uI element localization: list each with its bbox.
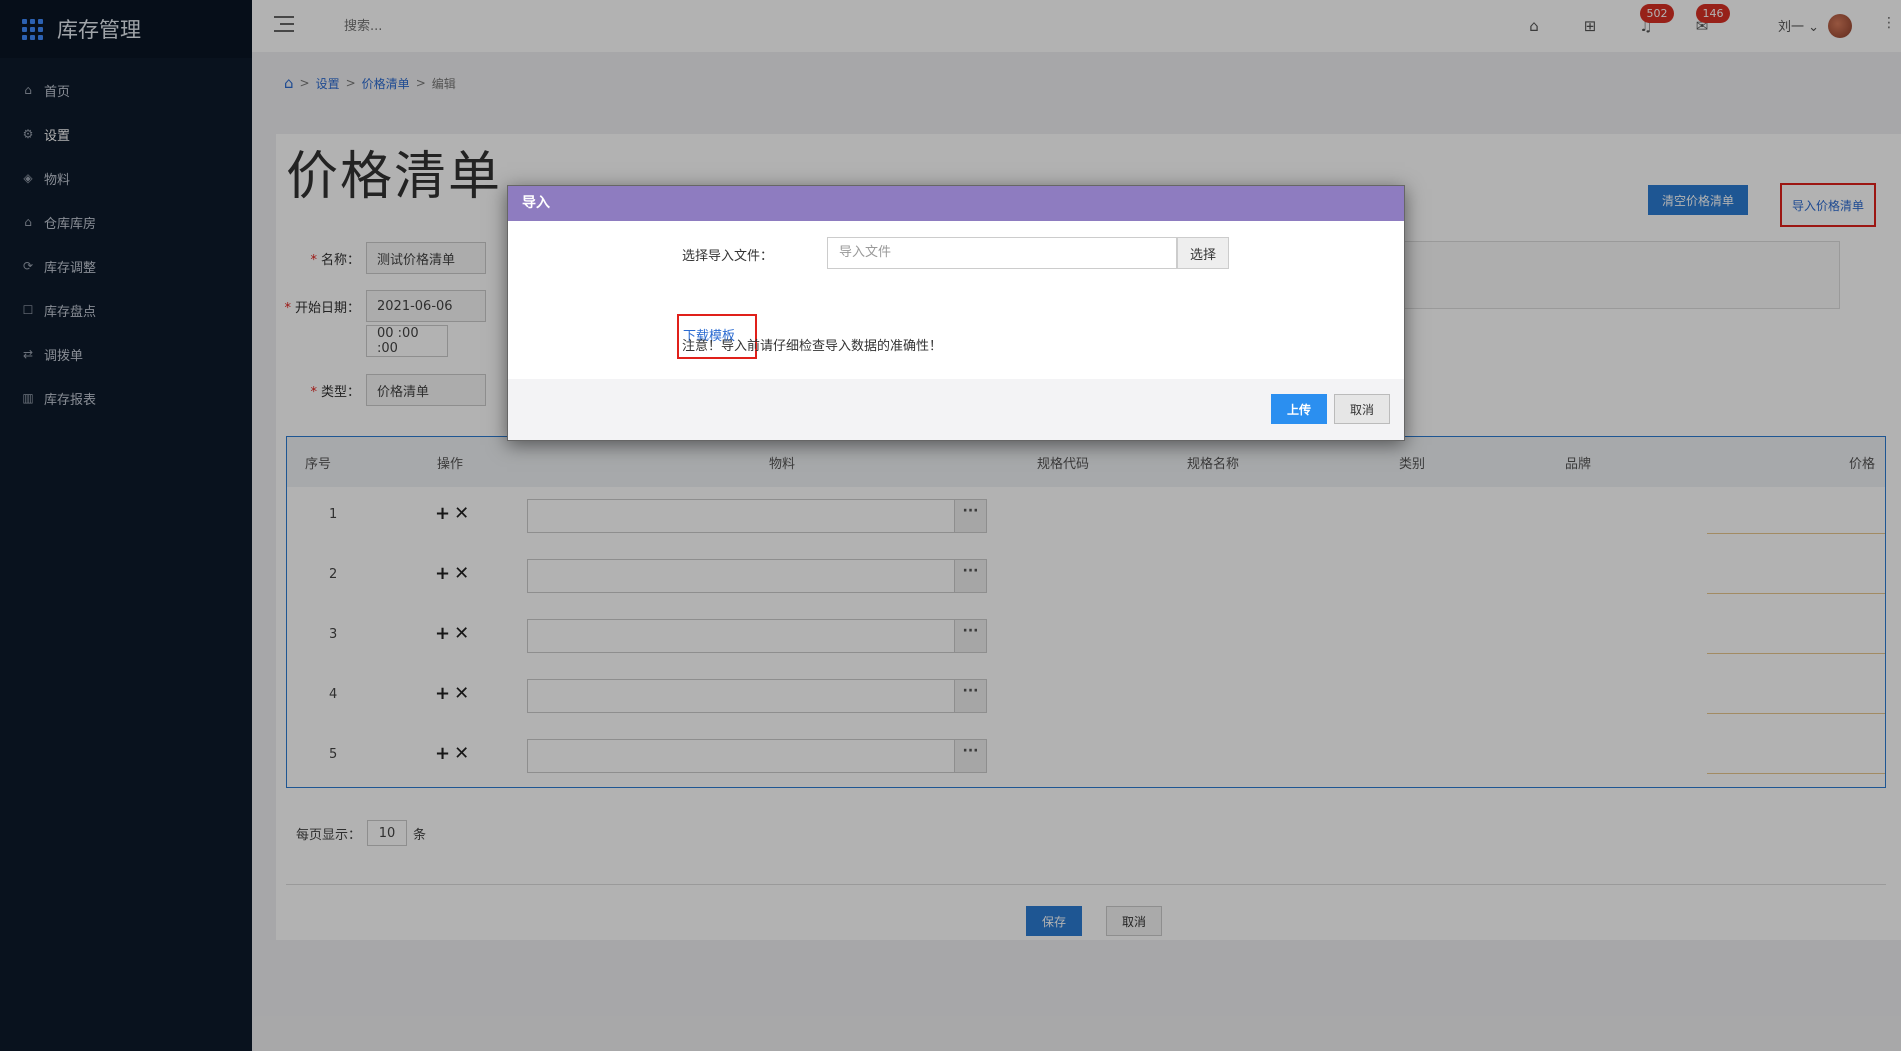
file-label: 选择导入文件： (682, 249, 774, 264)
import-note: 注意！导入前请仔细检查导入数据的准确性！ (682, 339, 943, 354)
file-input[interactable]: 导入文件 (827, 237, 1177, 269)
modal-overlay[interactable] (0, 0, 1901, 1051)
dialog-title: 导入 (508, 186, 1404, 221)
upload-button[interactable]: 上传 (1271, 394, 1327, 424)
import-dialog: 导入 选择导入文件： 导入文件 选择 下载模板 注意！导入前请仔细检查导入数据的… (507, 185, 1405, 441)
choose-file-button[interactable]: 选择 (1177, 237, 1229, 269)
dialog-body: 选择导入文件： 导入文件 选择 下载模板 注意！导入前请仔细检查导入数据的准确性… (508, 221, 1404, 381)
dialog-cancel-button[interactable]: 取消 (1334, 394, 1390, 424)
dialog-footer: 上传 取消 (508, 379, 1404, 440)
